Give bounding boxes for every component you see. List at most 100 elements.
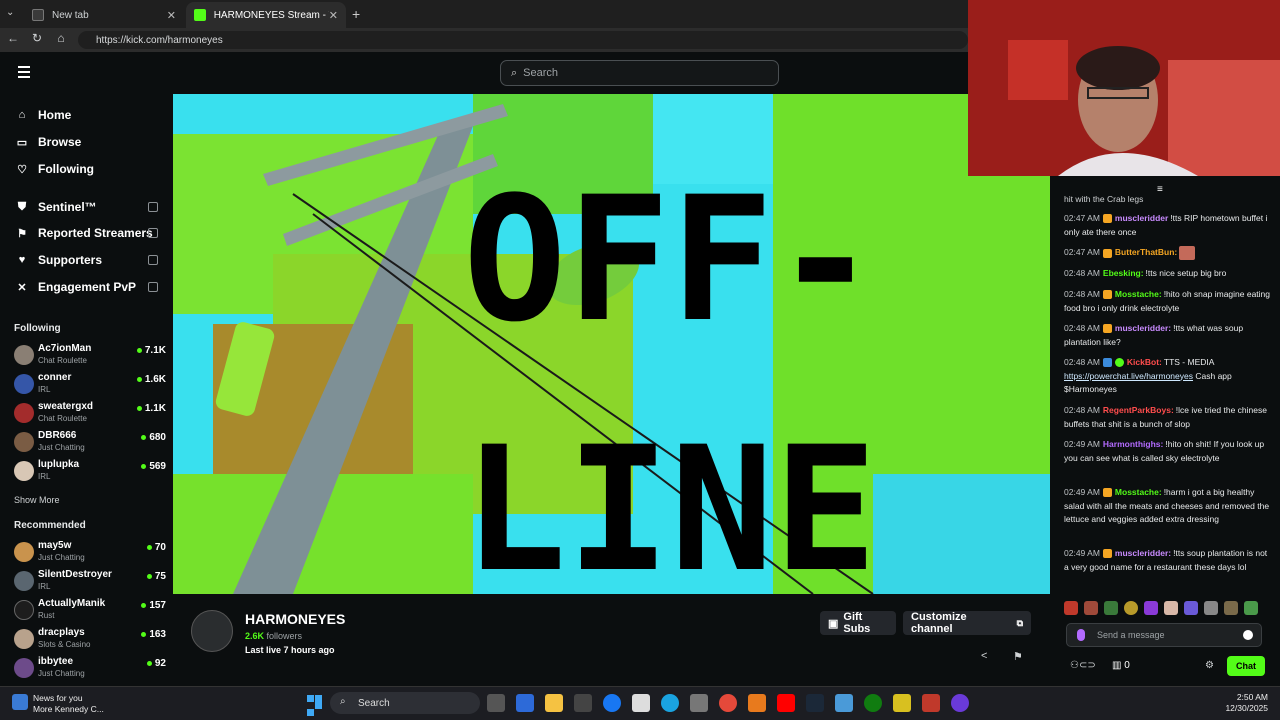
external-link-icon[interactable] bbox=[148, 228, 158, 238]
following-channel[interactable]: conner IRL 1.6K bbox=[14, 372, 166, 400]
sidebar-item-home[interactable]: ⌂ Home bbox=[14, 108, 72, 122]
microphone-icon[interactable] bbox=[1077, 629, 1085, 641]
new-tab-plus-icon[interactable]: + bbox=[352, 6, 360, 22]
customize-channel-button[interactable]: Customize channel ⧉ bbox=[903, 611, 1031, 635]
obs-icon[interactable] bbox=[951, 694, 969, 712]
emote-icon[interactable] bbox=[1224, 601, 1238, 615]
send-chat-button[interactable]: Chat bbox=[1227, 656, 1265, 676]
tab-list-chevron-icon[interactable]: ⌄ bbox=[6, 7, 14, 18]
channel-points[interactable]: ▥ 0 bbox=[1112, 660, 1130, 671]
sidebar-item-supporters[interactable]: ♥ Supporters bbox=[14, 253, 102, 267]
gear-icon[interactable]: ⚙ bbox=[1205, 660, 1214, 671]
url-text: https://kick.com/harmoneyes bbox=[96, 34, 223, 46]
close-tab-icon[interactable]: ✕ bbox=[329, 9, 338, 22]
news-widget-icon[interactable] bbox=[12, 694, 28, 710]
external-link-icon[interactable] bbox=[148, 202, 158, 212]
tab-harmoneyes[interactable]: HARMONEYES Stream - Watch Li ✕ bbox=[186, 2, 346, 28]
app-icon[interactable] bbox=[835, 694, 853, 712]
chat-message: 02:47 AM ButterThatBun: bbox=[1064, 246, 1272, 260]
youtube-icon[interactable] bbox=[777, 694, 795, 712]
recommended-channel[interactable]: ActuallyManik Rust 157 bbox=[14, 598, 166, 626]
steam-icon[interactable] bbox=[806, 694, 824, 712]
message-username[interactable]: ButterThatBun: bbox=[1115, 247, 1177, 257]
back-arrow-icon[interactable]: ← bbox=[4, 31, 22, 45]
emote-icon[interactable] bbox=[1084, 601, 1098, 615]
app-icon[interactable] bbox=[922, 694, 940, 712]
recommended-channel[interactable]: dracplays Slots & Casino 163 bbox=[14, 627, 166, 655]
facebook-icon[interactable] bbox=[603, 694, 621, 712]
message-username[interactable]: Ebesking: bbox=[1103, 268, 1144, 278]
taskbar-search[interactable]: ⌕ Search bbox=[330, 692, 480, 714]
chat-input[interactable]: Send a message bbox=[1066, 623, 1262, 647]
external-link-icon[interactable] bbox=[148, 255, 158, 265]
sidebar-item-engagement-pvp[interactable]: ✕ Engagement PvP bbox=[14, 280, 136, 294]
share-icon[interactable]: < bbox=[981, 650, 987, 662]
calculator-icon[interactable] bbox=[690, 694, 708, 712]
message-username[interactable]: Harmonthighs: bbox=[1103, 439, 1163, 449]
emote-icon[interactable] bbox=[1184, 601, 1198, 615]
chat-settings-users-icon[interactable]: ⚇⊂⊃ bbox=[1070, 660, 1096, 671]
sidebar-item-sentinel[interactable]: ⛊ Sentinel™ bbox=[14, 200, 97, 214]
chrome-icon[interactable] bbox=[719, 694, 737, 712]
viewer-count: 569 bbox=[141, 461, 166, 472]
message-username[interactable]: muscleridder: bbox=[1115, 323, 1171, 333]
emote-icon[interactable] bbox=[1104, 601, 1118, 615]
report-icon[interactable]: ⚑ bbox=[1013, 650, 1023, 663]
search-input[interactable]: ⌕ Search bbox=[500, 60, 779, 86]
reload-icon[interactable]: ↻ bbox=[28, 31, 46, 45]
message-username[interactable]: Mosstache: bbox=[1115, 487, 1162, 497]
show-more-link[interactable]: Show More bbox=[14, 495, 60, 505]
app-icon[interactable] bbox=[748, 694, 766, 712]
avatar bbox=[14, 345, 34, 365]
message-username[interactable]: muscleridder: bbox=[1115, 548, 1171, 558]
emote-icon[interactable] bbox=[1204, 601, 1218, 615]
sidebar-item-reported-streamers[interactable]: ⚑ Reported Streamers bbox=[14, 226, 153, 240]
live-dot-icon bbox=[136, 347, 142, 353]
tab-new-tab[interactable]: New tab ✕ bbox=[24, 2, 184, 28]
external-link-icon[interactable] bbox=[148, 282, 158, 292]
message-username[interactable]: muscleridder bbox=[1115, 213, 1168, 223]
message-username[interactable]: RegentParkBoys: bbox=[1103, 405, 1174, 415]
notes-icon[interactable] bbox=[893, 694, 911, 712]
copilot-icon[interactable] bbox=[516, 694, 534, 712]
recommended-channel[interactable]: ibbytee Just Chatting 92 bbox=[14, 656, 166, 684]
task-view-icon[interactable] bbox=[487, 694, 505, 712]
emoji-picker-icon[interactable] bbox=[1243, 630, 1253, 640]
recommended-channel[interactable]: SilentDestroyer IRL 75 bbox=[14, 569, 166, 597]
subscriber-badge-icon bbox=[1102, 488, 1112, 498]
following-channel[interactable]: sweatergxd Chat Roulette 1.1K bbox=[14, 401, 166, 429]
home-browser-icon[interactable]: ⌂ bbox=[52, 31, 70, 45]
windows-start-icon[interactable] bbox=[307, 695, 323, 716]
message-username[interactable]: KickBot: bbox=[1127, 357, 1162, 367]
chat-link[interactable]: https://powerchat.live/harmoneyes bbox=[1064, 371, 1193, 381]
quick-emote-bar bbox=[1064, 599, 1270, 617]
message-username[interactable]: Mosstache: bbox=[1115, 289, 1162, 299]
amazon-icon[interactable] bbox=[632, 694, 650, 712]
following-channel[interactable]: luplupka IRL 569 bbox=[14, 459, 166, 487]
emote-icon[interactable] bbox=[1144, 601, 1158, 615]
heart-icon: ♡ bbox=[17, 163, 27, 176]
gift-subs-button[interactable]: ▣ Gift Subs bbox=[820, 611, 896, 635]
emote-icon[interactable] bbox=[1244, 601, 1258, 615]
file-explorer-icon[interactable] bbox=[545, 694, 563, 712]
store-icon[interactable] bbox=[574, 694, 592, 712]
sidebar-item-browse[interactable]: ▭ Browse bbox=[14, 135, 82, 149]
recommended-channel[interactable]: may5w Just Chatting 70 bbox=[14, 540, 166, 568]
hamburger-menu-icon[interactable] bbox=[18, 66, 30, 78]
following-channel[interactable]: Ac7ionMan Chat Roulette 7.1K bbox=[14, 343, 166, 371]
xbox-icon[interactable] bbox=[864, 694, 882, 712]
emote-icon[interactable] bbox=[1064, 601, 1078, 615]
channel-avatar[interactable] bbox=[191, 610, 233, 652]
news-widget[interactable]: News for you More Kennedy C... bbox=[33, 693, 104, 715]
emote-icon[interactable] bbox=[1124, 601, 1138, 615]
following-channel[interactable]: DBR666 Just Chatting 680 bbox=[14, 430, 166, 458]
system-clock[interactable]: 2:50 AM 12/30/2025 bbox=[1218, 692, 1268, 714]
edge-icon[interactable] bbox=[661, 694, 679, 712]
emote-icon[interactable] bbox=[1164, 601, 1178, 615]
flag-icon: ⚑ bbox=[17, 227, 27, 240]
channel-name: luplupka bbox=[38, 459, 80, 470]
address-bar[interactable]: https://kick.com/harmoneyes bbox=[78, 31, 968, 49]
sidebar-item-following[interactable]: ♡ Following bbox=[14, 162, 94, 176]
close-tab-icon[interactable]: ✕ bbox=[167, 9, 176, 22]
channel-name[interactable]: HARMONEYES bbox=[245, 611, 345, 627]
